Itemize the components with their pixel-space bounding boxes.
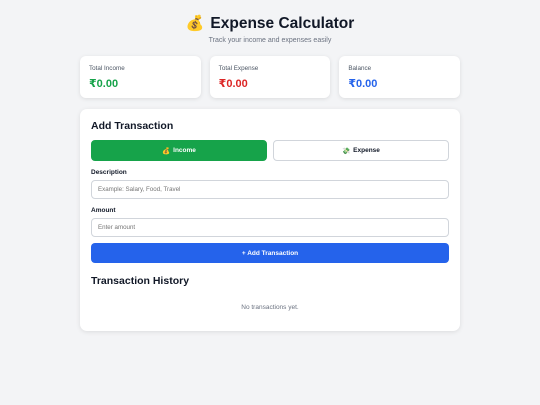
total-expense-value: ₹0.00: [218, 78, 248, 90]
transaction-panel: Add Transaction 💰 Income 💸 Expense Descr…: [80, 109, 460, 331]
page-title: Expense Calculator: [210, 15, 355, 32]
summary-cards: Total Income ₹0.00 Total Expense ₹0.00 B…: [80, 56, 461, 98]
money-flying-icon: 💸: [342, 147, 351, 155]
title-row: 💰 Expense Calculator: [0, 14, 540, 34]
expense-toggle-button[interactable]: 💸 Expense: [273, 140, 449, 161]
add-transaction-button[interactable]: + Add Transaction: [91, 243, 449, 263]
balance-card: Balance ₹0.00: [339, 56, 461, 98]
income-toggle-label: Income: [173, 147, 196, 154]
income-toggle-button[interactable]: 💰 Income: [91, 140, 267, 161]
money-bag-icon: 💰: [162, 147, 171, 155]
add-transaction-heading: Add Transaction: [91, 120, 174, 132]
amount-input[interactable]: [91, 218, 449, 237]
total-expense-card: Total Expense ₹0.00: [209, 56, 331, 98]
expense-toggle-label: Expense: [353, 147, 380, 154]
description-input[interactable]: [91, 180, 449, 199]
empty-history-message: No transactions yet.: [241, 304, 299, 311]
amount-label: Amount: [91, 207, 116, 214]
balance-label: Balance: [348, 65, 372, 72]
description-label: Description: [91, 169, 127, 176]
transaction-history-heading: Transaction History: [91, 275, 190, 287]
money-bag-icon: 💰: [185, 15, 205, 32]
page-subtitle: Track your income and expenses easily: [208, 37, 332, 44]
total-income-label: Total Income: [89, 65, 125, 72]
balance-value: ₹0.00: [348, 78, 378, 90]
app-header: 💰 Expense Calculator Track your income a…: [0, 14, 540, 44]
type-toggle: 💰 Income 💸 Expense: [91, 140, 449, 161]
total-income-value: ₹0.00: [89, 78, 119, 90]
total-expense-label: Total Expense: [218, 65, 259, 72]
total-income-card: Total Income ₹0.00: [80, 56, 201, 98]
